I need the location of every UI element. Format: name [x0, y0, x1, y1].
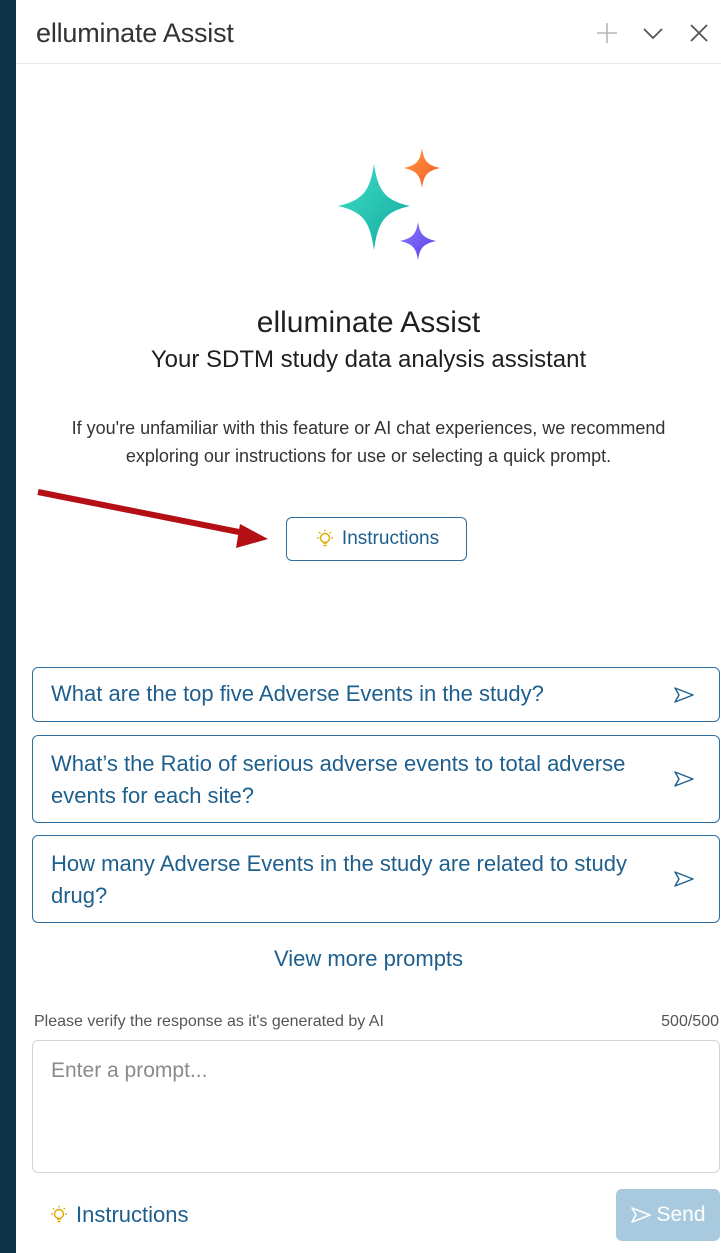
panel-header: elluminate Assist: [16, 0, 721, 64]
quick-prompt-text: What are the top five Adverse Events in …: [51, 681, 544, 706]
character-counter: 500/500: [661, 1013, 719, 1030]
prompt-input[interactable]: [32, 1040, 720, 1173]
send-button-label: Send: [656, 1203, 706, 1226]
hero-description: If you're unfamiliar with this feature o…: [71, 418, 666, 466]
send-arrow-icon: [674, 686, 694, 703]
ai-verify-note: Please verify the response as it's gener…: [34, 1013, 384, 1030]
panel-title: elluminate Assist: [36, 18, 234, 48]
send-button[interactable]: Send: [616, 1189, 720, 1241]
bottom-instructions-link[interactable]: Instructions: [48, 1202, 189, 1228]
hero-subtitle: Your SDTM study data analysis assistant: [150, 346, 587, 373]
hero-title: elluminate Assist: [256, 306, 481, 339]
send-icon: [631, 1207, 652, 1223]
bottom-instructions-label: Instructions: [76, 1202, 189, 1227]
quick-prompt-text: What’s the Ratio of serious adverse even…: [51, 751, 626, 808]
plus-icon[interactable]: [594, 20, 620, 46]
quick-prompt-1[interactable]: What are the top five Adverse Events in …: [32, 667, 720, 722]
instructions-button-label: Instructions: [341, 528, 440, 549]
quick-prompt-3[interactable]: How many Adverse Events in the study are…: [32, 835, 720, 923]
send-arrow-icon: [674, 771, 694, 787]
send-arrow-icon: [674, 871, 694, 887]
sparkle-logo-icon: [338, 148, 440, 260]
instructions-button[interactable]: Instructions: [286, 517, 467, 561]
close-icon[interactable]: [686, 20, 712, 46]
view-more-prompts-link[interactable]: View more prompts: [16, 946, 721, 972]
quick-prompt-text: How many Adverse Events in the study are…: [51, 851, 627, 908]
quick-prompt-2[interactable]: What’s the Ratio of serious adverse even…: [32, 735, 720, 823]
lightbulb-icon: [316, 529, 333, 547]
assistant-panel: elluminate Assist elluminate Assist Your…: [16, 0, 721, 1253]
chevron-down-icon[interactable]: [640, 20, 666, 46]
lightbulb-icon: [51, 1205, 67, 1223]
